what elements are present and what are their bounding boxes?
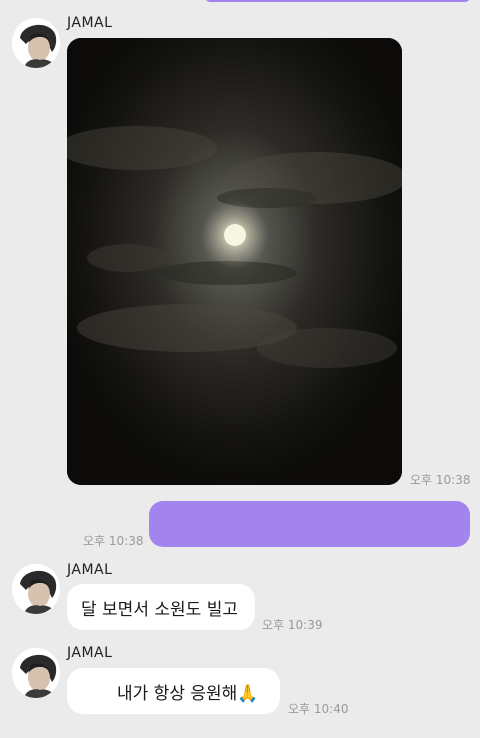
message-time: 오후 10:39 <box>262 618 323 632</box>
message-time: 오후 10:38 <box>410 473 471 487</box>
sender-name: JAMAL <box>67 562 113 578</box>
sender-name: JAMAL <box>67 645 113 661</box>
moon-photo-image <box>67 38 402 485</box>
sender-name: JAMAL <box>67 15 113 31</box>
avatar[interactable] <box>12 18 60 68</box>
message-time: 오후 10:38 <box>83 534 144 548</box>
incoming-message-bubble[interactable]: 달 보면서 소원도 빌고 <box>67 584 255 630</box>
incoming-message-bubble[interactable]: 내가 항상 응원해🙏 <box>67 668 280 714</box>
avatar[interactable] <box>12 564 60 614</box>
outgoing-message-bubble[interactable] <box>149 501 470 547</box>
avatar-photo <box>12 18 60 68</box>
avatar[interactable] <box>12 648 60 698</box>
avatar-photo <box>12 648 60 698</box>
message-photo[interactable] <box>67 38 402 485</box>
message-text: 달 보면서 소원도 빌고 <box>81 599 238 620</box>
message-text: 내가 항상 응원해🙏 <box>117 683 259 704</box>
previous-outgoing-bubble-edge <box>205 0 470 2</box>
avatar-photo <box>12 564 60 614</box>
message-time: 오후 10:40 <box>288 702 349 716</box>
